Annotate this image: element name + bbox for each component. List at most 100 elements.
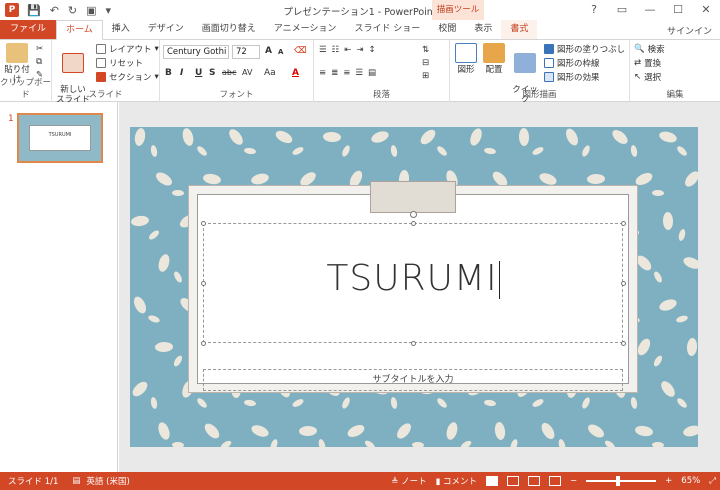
group-label-clipboard: クリップボード [0,78,52,100]
rotate-handle-icon[interactable] [410,211,417,218]
subtitle-text: サブタイトルを入力 [372,375,454,385]
pattern-motif [661,381,687,408]
layout-icon [96,44,106,54]
bold-button[interactable]: B [165,68,172,78]
start-from-beginning-icon[interactable]: ▣ [86,4,96,17]
zoom-slider-thumb[interactable] [616,476,621,486]
grow-font-button[interactable]: A [265,46,272,56]
tab-view[interactable]: 表示 [465,20,501,39]
undo-icon[interactable]: ↶ [50,4,59,17]
underline-button[interactable]: U [195,68,202,78]
clear-formatting-icon[interactable]: ⌫ [294,46,307,56]
font-family-select[interactable]: Century Gothi [163,45,229,59]
pattern-motif [158,422,184,447]
text-direction-icon[interactable]: ⇅ [422,45,429,55]
pattern-motif [347,425,376,447]
redo-icon[interactable]: ↻ [68,4,77,17]
language-indicator[interactable]: 英語 (米国) [86,475,129,487]
resize-handle[interactable] [411,341,416,346]
tab-insert[interactable]: 挿入 [103,20,139,39]
signin-link[interactable]: サインイン [667,24,712,37]
shape-effects-label: 図形の効果 [557,73,600,83]
pattern-motif [636,255,662,283]
font-color-button[interactable]: A [292,68,299,78]
shape-outline-button[interactable]: 図形の枠線 [544,57,600,69]
slide-canvas[interactable]: TSURUMI サブタイトルを入力 [130,127,698,447]
arrange-label: 配置 [485,65,503,75]
zoom-in-icon[interactable]: + [665,476,672,486]
minimize-button[interactable]: — [636,0,664,20]
slide-title[interactable]: TSURUMI [203,258,623,299]
select-button[interactable]: ↖ 選択 [634,71,661,83]
smartart-icon[interactable]: ⊞ [422,71,429,81]
zoom-level[interactable]: 65% [681,476,700,486]
slide-thumbnail[interactable]: TSURUMI [17,113,103,163]
zoom-out-icon[interactable]: − [570,476,577,486]
alignment-icons[interactable]: ≡≣≡☰▤ [319,68,381,78]
ribbon-display-options-button[interactable]: ▭ [608,0,636,20]
section-button[interactable]: セクション ▾ [96,71,159,83]
shape-effects-button[interactable]: 図形の効果 [544,71,600,83]
pattern-motif [637,338,663,367]
pattern-motif [134,128,158,157]
character-spacing-button[interactable]: AV [242,68,252,77]
shrink-font-button[interactable]: A [278,48,283,56]
resize-handle[interactable] [411,221,416,226]
maximize-button[interactable]: ☐ [664,0,692,20]
normal-view-icon[interactable] [486,476,499,486]
resize-handle[interactable] [621,221,626,226]
resize-handle[interactable] [201,221,206,226]
tab-review[interactable]: 校閲 [429,20,465,39]
notes-button[interactable]: ≜ ノート [391,475,426,487]
search-icon: 🔍 [634,44,645,54]
group-drawing: 図形 配置 クイック スタイル 図形の塗りつぶし 図形の枠線 図形の効果 図形描… [450,40,630,125]
comments-button[interactable]: ▮ コメント [436,475,477,487]
resize-handle[interactable] [621,341,626,346]
pattern-motif [659,131,687,156]
tab-transitions[interactable]: 画面切り替え [193,20,265,39]
pattern-motif [494,422,518,447]
resize-handle[interactable] [201,341,206,346]
arrange-icon [483,43,505,63]
tab-design[interactable]: デザイン [139,20,193,39]
shadow-button[interactable]: S [209,68,215,78]
slide-sorter-view-icon[interactable] [507,476,520,486]
font-size-select[interactable]: 72 [232,45,260,59]
customize-qat-icon[interactable]: ▾ [106,4,112,17]
spellcheck-icon[interactable]: ▤ [72,476,80,486]
text-caret [498,261,500,299]
shape-fill-button[interactable]: 図形の塗りつぶし [544,43,625,55]
bullets-numbering-icons[interactable]: ☰☷⇤⇥↕ [319,45,381,55]
help-button[interactable]: ? [580,0,608,20]
tab-file[interactable]: ファイル [0,20,57,39]
shapes-button[interactable]: 図形 [454,43,478,75]
pattern-motif [155,341,183,367]
strikethrough-button[interactable]: abc [222,68,236,77]
comments-label: コメント [443,477,478,487]
pattern-motif [588,424,616,447]
italic-button[interactable]: I [180,68,183,78]
tab-slideshow[interactable]: スライド ショー [345,20,429,39]
shape-outline-label: 図形の枠線 [557,59,600,69]
arrange-button[interactable]: 配置 [482,43,506,75]
save-icon[interactable]: 💾 [27,4,41,17]
reset-button[interactable]: リセット [96,57,143,69]
change-case-button[interactable]: Aa [264,68,276,78]
title-bar: P 💾 ↶ ↻ ▣ ▾ プレゼンテーション1 - PowerPoint 描画ツー… [0,0,720,20]
close-button[interactable]: ✕ [692,0,720,20]
status-bar: スライド 1/1 ▤ 英語 (米国) ≜ ノート ▮ コメント − + 65% … [0,472,720,490]
tab-format[interactable]: 書式 [501,20,538,39]
fit-to-window-icon[interactable]: ⤢ [709,476,716,486]
replace-button[interactable]: ⇄ 置換 [634,57,661,69]
thumbnail-number: 1 [8,114,14,124]
align-text-icon[interactable]: ⊟ [422,58,429,68]
tab-home[interactable]: ホーム [56,20,103,40]
layout-button[interactable]: レイアウト ▾ [96,43,159,55]
copy-icon[interactable]: ⧉ [36,57,42,67]
tab-animations[interactable]: アニメーション [265,20,346,39]
slideshow-view-icon[interactable] [549,476,562,486]
cut-icon[interactable]: ✂ [36,44,43,54]
reading-view-icon[interactable] [528,476,541,486]
zoom-slider[interactable] [586,476,657,486]
find-button[interactable]: 🔍 検索 [634,43,665,55]
